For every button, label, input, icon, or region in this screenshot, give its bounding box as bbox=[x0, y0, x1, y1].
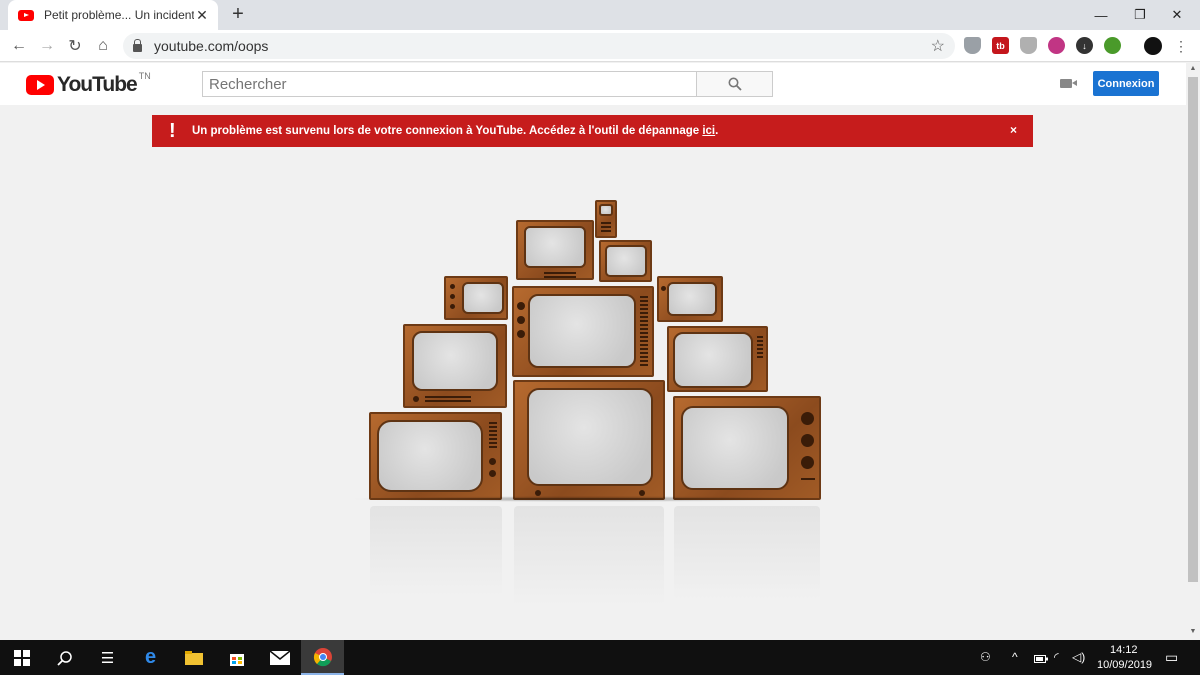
page-scrollbar[interactable]: ▲ ▼ bbox=[1186, 63, 1200, 640]
tv-tiny bbox=[595, 200, 617, 238]
scroll-thumb[interactable] bbox=[1188, 77, 1198, 582]
tv-bottom-right bbox=[673, 396, 821, 500]
clock-time[interactable]: 14:12 bbox=[1110, 644, 1138, 656]
youtube-play-icon bbox=[26, 75, 54, 95]
tv-upper-left bbox=[516, 220, 594, 280]
windows-start-icon[interactable] bbox=[0, 640, 43, 675]
troubleshoot-link[interactable]: ici bbox=[702, 125, 715, 137]
tv-bottom-left bbox=[369, 412, 502, 500]
tv-center-middle bbox=[512, 286, 654, 377]
tv-small-right bbox=[657, 276, 723, 322]
people-icon[interactable]: ⚇ bbox=[980, 650, 991, 664]
alert-message: Un problème est survenu lors de votre co… bbox=[192, 125, 718, 137]
exclamation-icon: ! bbox=[169, 120, 176, 142]
signin-button[interactable]: Connexion bbox=[1093, 71, 1159, 96]
alert-close-icon[interactable]: × bbox=[1010, 123, 1017, 137]
upload-video-icon[interactable] bbox=[1060, 79, 1077, 88]
address-bar[interactable]: youtube.com/oops ☆ bbox=[123, 33, 955, 59]
windows-taskbar: ☰ e ⚇ ^ ◜ ◁) 14:12 10/09/2019 ▭ bbox=[0, 640, 1200, 675]
youtube-logo-text: YouTube bbox=[57, 73, 138, 96]
search-icon bbox=[728, 77, 742, 91]
adblock-extension-icon[interactable] bbox=[1020, 37, 1037, 54]
reload-icon[interactable]: ↻ bbox=[64, 35, 86, 57]
back-arrow-icon[interactable]: ← bbox=[8, 35, 30, 57]
bookmark-star-icon[interactable]: ☆ bbox=[931, 36, 945, 56]
url-text: youtube.com/oops bbox=[154, 38, 269, 54]
tab-strip: Petit problème... Un incident est ✕ + — … bbox=[0, 0, 1200, 30]
notification-icon[interactable]: ▭ bbox=[1165, 649, 1178, 666]
chevron-up-icon[interactable]: ^ bbox=[1012, 650, 1018, 664]
taskbar-search-icon[interactable] bbox=[43, 640, 86, 675]
file-explorer-icon[interactable] bbox=[172, 640, 215, 675]
close-window-icon[interactable]: ✕ bbox=[1154, 0, 1200, 30]
edge-browser-icon[interactable]: e bbox=[129, 640, 172, 675]
tv-mid-right bbox=[667, 326, 768, 392]
wifi-icon[interactable]: ◜ bbox=[1054, 650, 1059, 664]
scroll-down-icon[interactable]: ▼ bbox=[1186, 626, 1200, 638]
browser-toolbar: ← → ↻ ⌂ youtube.com/oops ☆ tb ↓ ⋮ bbox=[0, 30, 1200, 62]
tv-reflection-right bbox=[674, 506, 820, 600]
chrome-taskbar-icon[interactable] bbox=[301, 640, 344, 675]
volume-icon[interactable]: ◁) bbox=[1072, 650, 1085, 664]
tv-upper-right bbox=[599, 240, 652, 282]
green-extension-icon[interactable] bbox=[1104, 37, 1121, 54]
youtube-header: YouTube TN Connexion bbox=[0, 63, 1186, 105]
tv-reflection-center bbox=[514, 506, 664, 606]
forward-arrow-icon[interactable]: → bbox=[36, 35, 58, 57]
clock-date[interactable]: 10/09/2019 bbox=[1097, 659, 1152, 671]
task-view-icon[interactable]: ☰ bbox=[86, 640, 129, 675]
youtube-favicon-icon bbox=[18, 9, 34, 21]
download-extension-icon[interactable]: ↓ bbox=[1076, 37, 1093, 54]
country-code: TN bbox=[138, 71, 151, 81]
search-input[interactable] bbox=[202, 71, 697, 97]
tv-reflection-left bbox=[370, 506, 502, 596]
broken-tv-illustration bbox=[330, 190, 870, 630]
store-icon[interactable] bbox=[215, 640, 258, 675]
tab-title: Petit problème... Un incident est bbox=[44, 8, 194, 22]
alert-message-end: . bbox=[715, 125, 719, 137]
lock-icon bbox=[133, 38, 142, 52]
menu-dots-icon[interactable]: ⋮ bbox=[1170, 35, 1192, 57]
browser-tab[interactable]: Petit problème... Un incident est ✕ bbox=[8, 0, 218, 30]
alert-message-text: Un problème est survenu lors de votre co… bbox=[192, 125, 703, 137]
scroll-up-icon[interactable]: ▲ bbox=[1186, 63, 1200, 75]
youtube-logo[interactable]: YouTube TN bbox=[26, 71, 151, 97]
tab-close-icon[interactable]: ✕ bbox=[194, 7, 210, 24]
search-button[interactable] bbox=[697, 71, 773, 97]
tv-bottom-center bbox=[513, 380, 665, 500]
tv-mid-left bbox=[403, 324, 507, 408]
profile-avatar[interactable] bbox=[1144, 37, 1162, 55]
mail-icon[interactable] bbox=[258, 640, 301, 675]
new-tab-button[interactable]: + bbox=[228, 4, 248, 24]
tb-extension-icon[interactable]: tb bbox=[992, 37, 1009, 54]
instagram-extension-icon[interactable] bbox=[1048, 37, 1065, 54]
home-icon[interactable]: ⌂ bbox=[92, 35, 114, 57]
error-alert: ! Un problème est survenu lors de votre … bbox=[152, 115, 1033, 147]
shield-extension-icon[interactable] bbox=[964, 37, 981, 54]
battery-icon[interactable] bbox=[1034, 652, 1048, 666]
tv-shadow bbox=[350, 496, 830, 502]
tv-small-left bbox=[444, 276, 508, 320]
